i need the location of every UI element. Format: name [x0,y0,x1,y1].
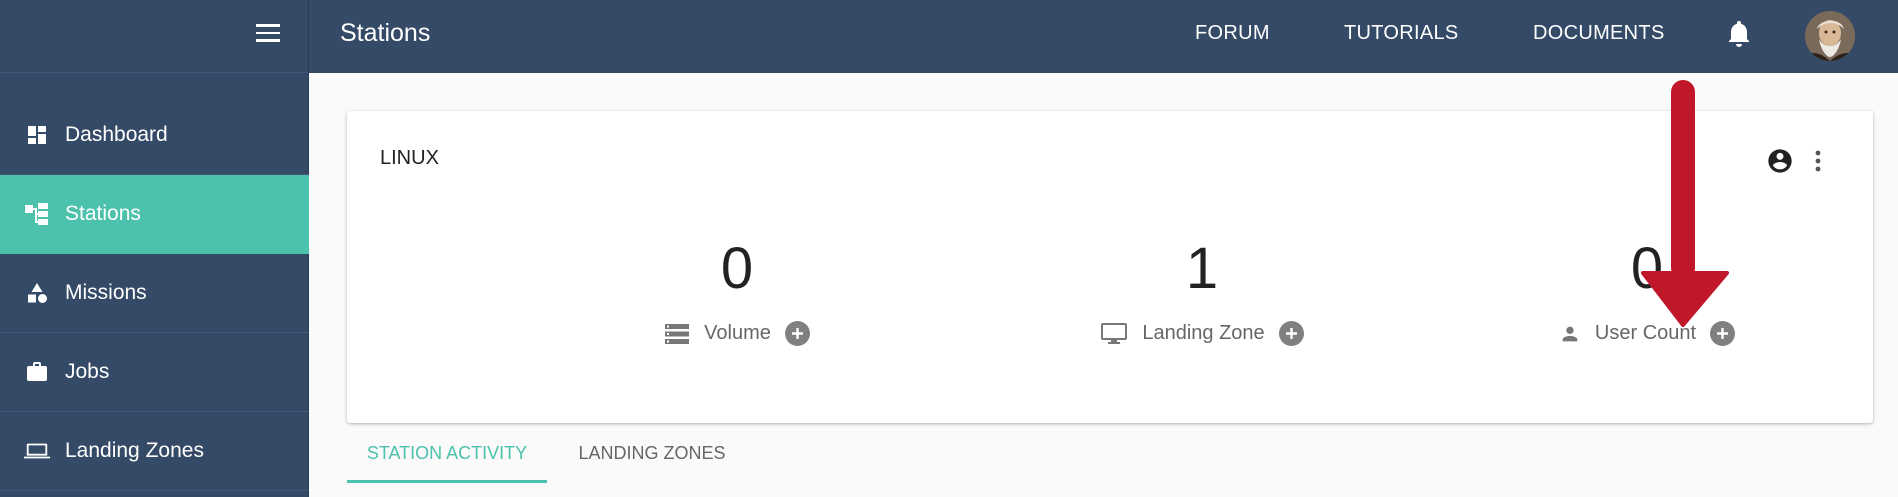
menu-icon[interactable] [256,24,280,42]
stations-icon [24,201,50,227]
add-volume-button[interactable] [784,321,810,346]
account-circle-icon[interactable] [1766,147,1794,180]
sidebar-item-dashboard[interactable]: Dashboard [0,96,309,175]
stat-label: Volume [704,322,771,344]
tab-landing-zones[interactable]: LANDING ZONES [547,428,757,483]
storage-icon [664,323,690,345]
user-avatar[interactable] [1805,11,1855,61]
shapes-icon [24,280,50,306]
sidebar-item-label: Stations [65,202,141,225]
person-icon [1559,323,1581,345]
stat-row: Landing Zone [967,321,1437,346]
sidebar-item-missions[interactable]: Missions [0,254,309,333]
add-landing-zone-button[interactable] [1278,321,1304,346]
app-root: Dashboard Stations Missions Jobs Landing… [0,0,1898,497]
sidebar-item-label: Missions [65,281,147,304]
top-bar: Stations FORUM TUTORIALS DOCUMENTS [309,0,1898,73]
documents-link[interactable]: DOCUMENTS [1533,22,1665,45]
stat-value: 0 [720,236,754,301]
sidebar-item-label: Landing Zones [65,439,204,462]
tab-station-activity[interactable]: STATION ACTIVITY [347,428,547,483]
sidebar-item-stations[interactable]: Stations [0,175,309,254]
forum-link[interactable]: FORUM [1195,22,1270,45]
dashboard-icon [24,122,50,148]
notification-bell-icon[interactable] [1727,20,1751,53]
stat-landing-zone: 1 Landing Zone [967,239,1437,346]
monitor-icon [1100,322,1128,346]
stat-volume: 0 Volume [525,239,949,346]
sidebar-header [0,0,308,73]
sidebar-item-label: Dashboard [65,123,168,146]
sidebar-item-landing-zones[interactable]: Landing Zones [0,412,309,491]
briefcase-icon [24,359,50,385]
tutorials-link[interactable]: TUTORIALS [1344,22,1459,45]
card-title: LINUX [380,147,439,169]
stat-row: Volume [525,321,949,346]
stat-value: 1 [1185,236,1219,301]
red-arrow-annotation [1641,80,1729,327]
sidebar: Dashboard Stations Missions Jobs Landing… [0,0,309,497]
page-title: Stations [340,19,431,47]
sidebar-item-label: Jobs [65,360,110,383]
sidebar-item-jobs[interactable]: Jobs [0,333,309,412]
stat-label: Landing Zone [1142,322,1265,344]
laptop-icon [24,438,50,464]
sidebar-nav: Dashboard Stations Missions Jobs Landing… [0,96,309,491]
more-vert-icon[interactable] [1812,149,1824,178]
